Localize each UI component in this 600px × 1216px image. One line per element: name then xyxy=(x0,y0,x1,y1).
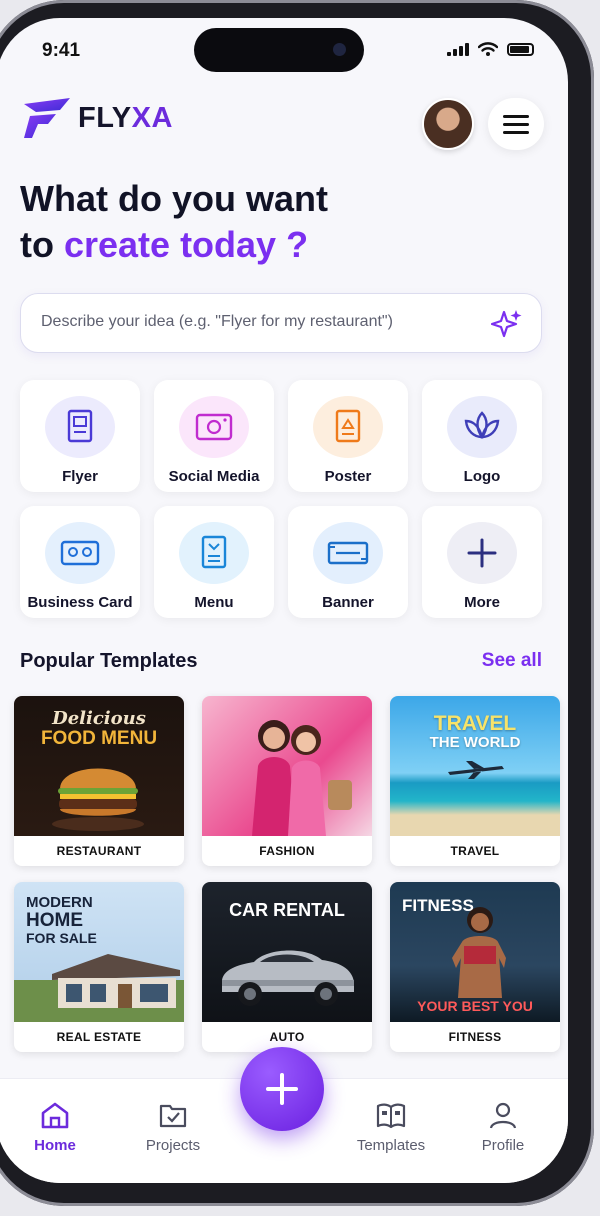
headline-line-2: to create today ? xyxy=(20,224,309,265)
template-thumbnail xyxy=(202,696,372,836)
section-title: Popular Templates xyxy=(20,650,198,672)
category-more[interactable]: More xyxy=(422,506,542,618)
thumb-text: TRAVEL xyxy=(433,712,517,735)
category-business-card[interactable]: Business Card xyxy=(20,506,140,618)
tab-projects[interactable]: Projects xyxy=(128,1101,218,1154)
template-card-fashion[interactable]: FASHION xyxy=(202,696,372,866)
home-icon xyxy=(41,1102,69,1129)
category-label: Poster xyxy=(324,468,372,485)
brand-name: FLYXA xyxy=(78,101,173,134)
phone-frame: 9:41 FLYXA What do you want to create to… xyxy=(0,0,594,1206)
template-thumbnail: MODERN HOME FOR SALE xyxy=(14,882,184,1022)
banner-icon xyxy=(313,522,383,584)
flyer-icon xyxy=(45,396,115,458)
headline-line-1: What do you want xyxy=(20,178,328,219)
airplane-icon xyxy=(448,761,504,779)
category-label: Menu xyxy=(194,594,234,611)
thumb-text: HOME xyxy=(26,910,83,931)
category-label: Business Card xyxy=(27,594,133,611)
signal-icon xyxy=(447,42,469,56)
see-all-link[interactable]: See all xyxy=(482,650,542,672)
brand-logo[interactable]: FLYXA xyxy=(20,98,173,138)
templates-icon xyxy=(376,1103,406,1129)
tab-home[interactable]: Home xyxy=(10,1101,100,1154)
tab-label: Home xyxy=(34,1137,76,1154)
tab-label: Projects xyxy=(145,1137,201,1154)
category-label: Flyer xyxy=(62,468,98,485)
plus-icon xyxy=(266,1073,298,1105)
burger-image xyxy=(52,768,144,831)
flyxa-logo-icon xyxy=(24,98,70,138)
template-thumbnail: TRAVEL THE WORLD xyxy=(390,696,560,836)
template-caption: REAL ESTATE xyxy=(56,1030,142,1044)
popular-templates-header: Popular Templates See all xyxy=(20,650,542,680)
menu-card-icon xyxy=(179,522,249,584)
thumb-text: MODERN xyxy=(26,894,93,911)
tab-label: Profile xyxy=(481,1137,525,1154)
page-title: What do you want to create today ? xyxy=(20,176,328,268)
template-caption: TRAVEL xyxy=(450,844,500,858)
category-flyer[interactable]: Flyer xyxy=(20,380,140,492)
status-time: 9:41 xyxy=(42,40,81,61)
template-thumbnail: FITNESS YOUR BEST YOU xyxy=(390,882,560,1022)
wifi-icon xyxy=(478,42,498,56)
app-header: FLYXA xyxy=(20,94,544,150)
template-caption: RESTAURANT xyxy=(56,844,142,858)
category-banner[interactable]: Banner xyxy=(288,506,408,618)
thumb-text: FOOD MENU xyxy=(40,728,158,749)
category-logo[interactable]: Logo xyxy=(422,380,542,492)
template-thumbnail: CAR RENTAL xyxy=(202,882,372,1022)
category-grid: Flyer Social Media Poster Logo Business … xyxy=(20,380,544,618)
template-caption: FASHION xyxy=(259,844,315,858)
car-image xyxy=(222,950,354,1006)
category-label: Logo xyxy=(463,468,501,485)
template-card-auto[interactable]: CAR RENTAL AUTO xyxy=(202,882,372,1052)
sparkle-icon[interactable] xyxy=(491,308,523,340)
avatar[interactable] xyxy=(422,98,474,150)
business-card-icon xyxy=(45,522,115,584)
poster-icon xyxy=(313,396,383,458)
category-label: Social Media xyxy=(168,468,260,485)
profile-icon xyxy=(489,1102,517,1129)
template-card-real-estate[interactable]: MODERN HOME FOR SALE REAL ESTATE xyxy=(14,882,184,1052)
template-card-travel[interactable]: TRAVEL THE WORLD TRAVEL xyxy=(390,696,560,866)
template-thumbnail: Delicious FOOD MENU xyxy=(14,696,184,836)
social-media-icon xyxy=(179,396,249,458)
thumb-text: Delicious xyxy=(52,708,146,729)
battery-icon xyxy=(507,42,534,56)
status-bar: 9:41 xyxy=(0,18,568,78)
idea-input[interactable] xyxy=(41,294,481,350)
athlete-image xyxy=(452,907,506,998)
camera-icon xyxy=(333,43,346,56)
category-label: More xyxy=(464,594,500,611)
category-menu[interactable]: Menu xyxy=(154,506,274,618)
plus-icon xyxy=(447,522,517,584)
thumb-text: YOUR BEST YOU xyxy=(417,998,533,1014)
category-label: Banner xyxy=(322,594,374,611)
hamburger-menu-button[interactable] xyxy=(488,98,544,150)
tab-label: Templates xyxy=(356,1137,426,1154)
fashion-models-image xyxy=(252,720,352,836)
template-card-restaurant[interactable]: Delicious FOOD MENU RESTAURANT xyxy=(14,696,184,866)
projects-icon xyxy=(159,1104,187,1128)
dynamic-island xyxy=(194,28,364,72)
idea-search-box xyxy=(20,293,542,353)
house-image xyxy=(52,954,180,1008)
thumb-text: CAR RENTAL xyxy=(229,900,345,920)
status-icons xyxy=(447,42,534,56)
category-poster[interactable]: Poster xyxy=(288,380,408,492)
template-caption: FITNESS xyxy=(448,1030,502,1044)
logo-lotus-icon xyxy=(447,396,517,458)
category-social-media[interactable]: Social Media xyxy=(154,380,274,492)
template-grid: Delicious FOOD MENU RESTAURANT FASHION T… xyxy=(14,696,560,1052)
tab-templates[interactable]: Templates xyxy=(346,1101,436,1154)
tab-profile[interactable]: Profile xyxy=(458,1101,548,1154)
template-card-fitness[interactable]: FITNESS YOUR BEST YOU FITNESS xyxy=(390,882,560,1052)
create-fab-button[interactable] xyxy=(240,1047,324,1131)
thumb-text: THE WORLD xyxy=(429,734,521,751)
app-screen: 9:41 FLYXA What do you want to create to… xyxy=(0,18,568,1183)
